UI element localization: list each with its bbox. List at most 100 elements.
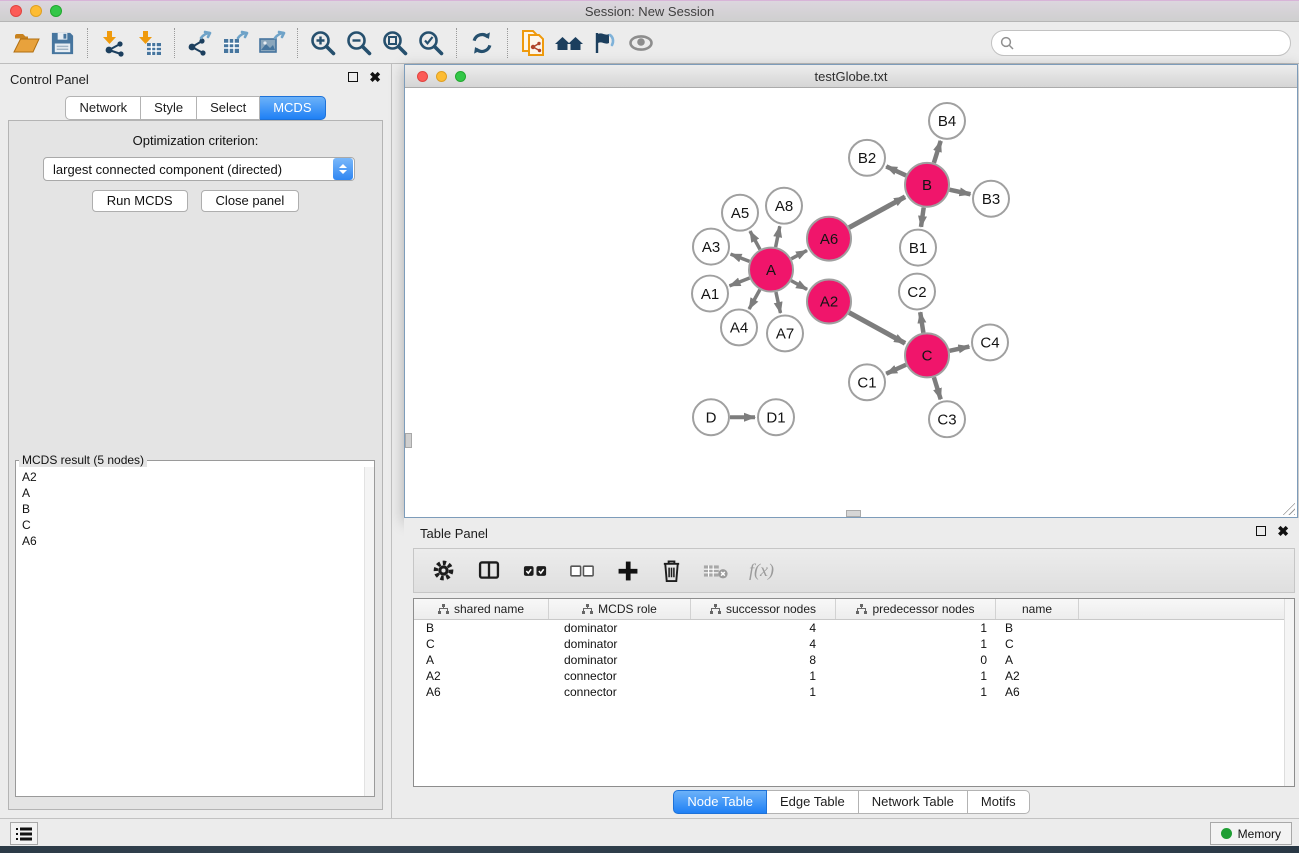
tab-mcds[interactable]: MCDS [260, 96, 325, 120]
unselect-all-columns-button[interactable] [569, 561, 596, 581]
node-D[interactable]: D [693, 399, 729, 435]
tab-network-table[interactable]: Network Table [859, 790, 968, 814]
result-item[interactable]: C [16, 517, 364, 533]
result-scrollbar[interactable] [364, 467, 374, 796]
network-graph[interactable]: A A1 A2 A3 A4 A5 A6 A7 A8 B B1 B2 B3 B4 C C1 C2 C3 C4 D D1 [405, 89, 1297, 517]
node-B4[interactable]: B4 [929, 103, 965, 139]
tab-edge-table[interactable]: Edge Table [767, 790, 859, 814]
optimization-criterion-dropdown[interactable]: largest connected component (directed) [43, 157, 355, 181]
edge-C-C2[interactable] [920, 312, 923, 333]
canvas-vertical-scroll-thumb[interactable] [405, 433, 412, 448]
edge-A2-C[interactable] [849, 313, 905, 344]
export-image-button[interactable] [254, 26, 290, 60]
select-all-columns-button[interactable] [522, 561, 549, 581]
tab-select[interactable]: Select [197, 96, 260, 120]
export-table-button[interactable] [218, 26, 254, 60]
result-item[interactable]: A [16, 485, 364, 501]
export-network-button[interactable] [182, 26, 218, 60]
table-row[interactable]: A2connector11A2 [414, 668, 1294, 684]
result-item[interactable]: A2 [16, 469, 364, 485]
show-panels-button[interactable] [10, 822, 38, 845]
node-A6[interactable]: A6 [807, 217, 851, 261]
close-panel-icon[interactable]: ✖ [369, 72, 381, 82]
edge-B-B2[interactable] [886, 166, 906, 175]
table-row[interactable]: Bdominator41B [414, 620, 1294, 636]
column-header-shared-name[interactable]: shared name [414, 599, 549, 619]
save-session-button[interactable] [44, 26, 80, 60]
table-settings-button[interactable] [431, 558, 456, 583]
table-row[interactable]: Cdominator41C [414, 636, 1294, 652]
float-panel-icon[interactable] [348, 72, 358, 82]
tab-network[interactable]: Network [65, 96, 141, 120]
table-row[interactable]: A6connector11A6 [414, 684, 1294, 700]
edge-B-B1[interactable] [921, 208, 924, 227]
search-input[interactable] [1014, 35, 1290, 52]
node-C1[interactable]: C1 [849, 364, 885, 400]
node-C[interactable]: C [905, 333, 949, 377]
canvas-horizontal-scroll-thumb[interactable] [846, 510, 861, 517]
edge-A-A3[interactable] [731, 254, 750, 261]
close-panel-button[interactable]: Close panel [201, 190, 300, 212]
column-header-name[interactable]: name [996, 599, 1079, 619]
zoom-selected-button[interactable] [413, 26, 449, 60]
edge-A-A1[interactable] [730, 278, 750, 286]
delete-column-button[interactable] [660, 558, 683, 583]
result-item[interactable]: B [16, 501, 364, 517]
edge-B-B4[interactable] [934, 141, 941, 163]
float-table-panel-icon[interactable] [1256, 526, 1266, 536]
node-A1[interactable]: A1 [692, 276, 728, 312]
zoom-in-button[interactable] [305, 26, 341, 60]
edge-A-A7[interactable] [776, 292, 781, 313]
tab-node-table[interactable]: Node Table [673, 790, 767, 814]
create-column-button[interactable] [616, 559, 640, 583]
node-B[interactable]: B [905, 163, 949, 207]
node-D1[interactable]: D1 [758, 399, 794, 435]
edge-A-A5[interactable] [750, 231, 760, 249]
edge-A-A2[interactable] [791, 281, 807, 290]
zoom-out-button[interactable] [341, 26, 377, 60]
node-C2[interactable]: C2 [899, 274, 935, 310]
node-A7[interactable]: A7 [767, 315, 803, 351]
node-C4[interactable]: C4 [972, 324, 1008, 360]
edge-C-C4[interactable] [950, 347, 970, 351]
import-network-button[interactable] [95, 26, 131, 60]
refresh-view-button[interactable] [464, 26, 500, 60]
import-table-button[interactable] [131, 26, 167, 60]
node-B3[interactable]: B3 [973, 181, 1009, 217]
column-header-successor-nodes[interactable]: successor nodes [691, 599, 836, 619]
show-columns-button[interactable] [476, 558, 502, 583]
open-session-button[interactable] [8, 26, 44, 60]
node-A5[interactable]: A5 [722, 195, 758, 231]
edge-A-A8[interactable] [776, 226, 780, 247]
node-A2[interactable]: A2 [807, 280, 851, 324]
run-mcds-button[interactable]: Run MCDS [92, 190, 188, 212]
edge-C-C1[interactable] [886, 365, 906, 374]
table-scrollbar[interactable] [1284, 599, 1294, 786]
edge-A6-B[interactable] [849, 197, 905, 228]
edge-A-A4[interactable] [749, 290, 760, 309]
zoom-fit-button[interactable] [377, 26, 413, 60]
table-row[interactable]: Adominator80A [414, 652, 1294, 668]
edge-A-A6[interactable] [791, 250, 807, 258]
node-A[interactable]: A [749, 248, 793, 292]
node-A8[interactable]: A8 [766, 188, 802, 224]
home-button[interactable] [551, 26, 587, 60]
edge-C-C3[interactable] [934, 377, 941, 399]
toggle-graphics-details-button[interactable] [587, 26, 623, 60]
edge-B-B3[interactable] [950, 190, 971, 195]
node-C3[interactable]: C3 [929, 401, 965, 437]
node-A3[interactable]: A3 [693, 229, 729, 265]
node-A4[interactable]: A4 [721, 309, 757, 345]
result-item[interactable]: A6 [16, 533, 364, 549]
tab-motifs[interactable]: Motifs [968, 790, 1030, 814]
node-B1[interactable]: B1 [900, 230, 936, 266]
close-table-panel-icon[interactable]: ✖ [1277, 526, 1289, 536]
network-from-selection-button[interactable] [515, 26, 551, 60]
memory-button[interactable]: Memory [1210, 822, 1292, 845]
network-canvas[interactable]: A A1 A2 A3 A4 A5 A6 A7 A8 B B1 B2 B3 B4 C C1 C2 C3 C4 D D1 [405, 89, 1297, 517]
column-header-MCDS-role[interactable]: MCDS role [549, 599, 691, 619]
node-B2[interactable]: B2 [849, 140, 885, 176]
tab-style[interactable]: Style [141, 96, 197, 120]
network-window-titlebar[interactable]: testGlobe.txt [405, 65, 1297, 88]
column-header-predecessor-nodes[interactable]: predecessor nodes [836, 599, 996, 619]
